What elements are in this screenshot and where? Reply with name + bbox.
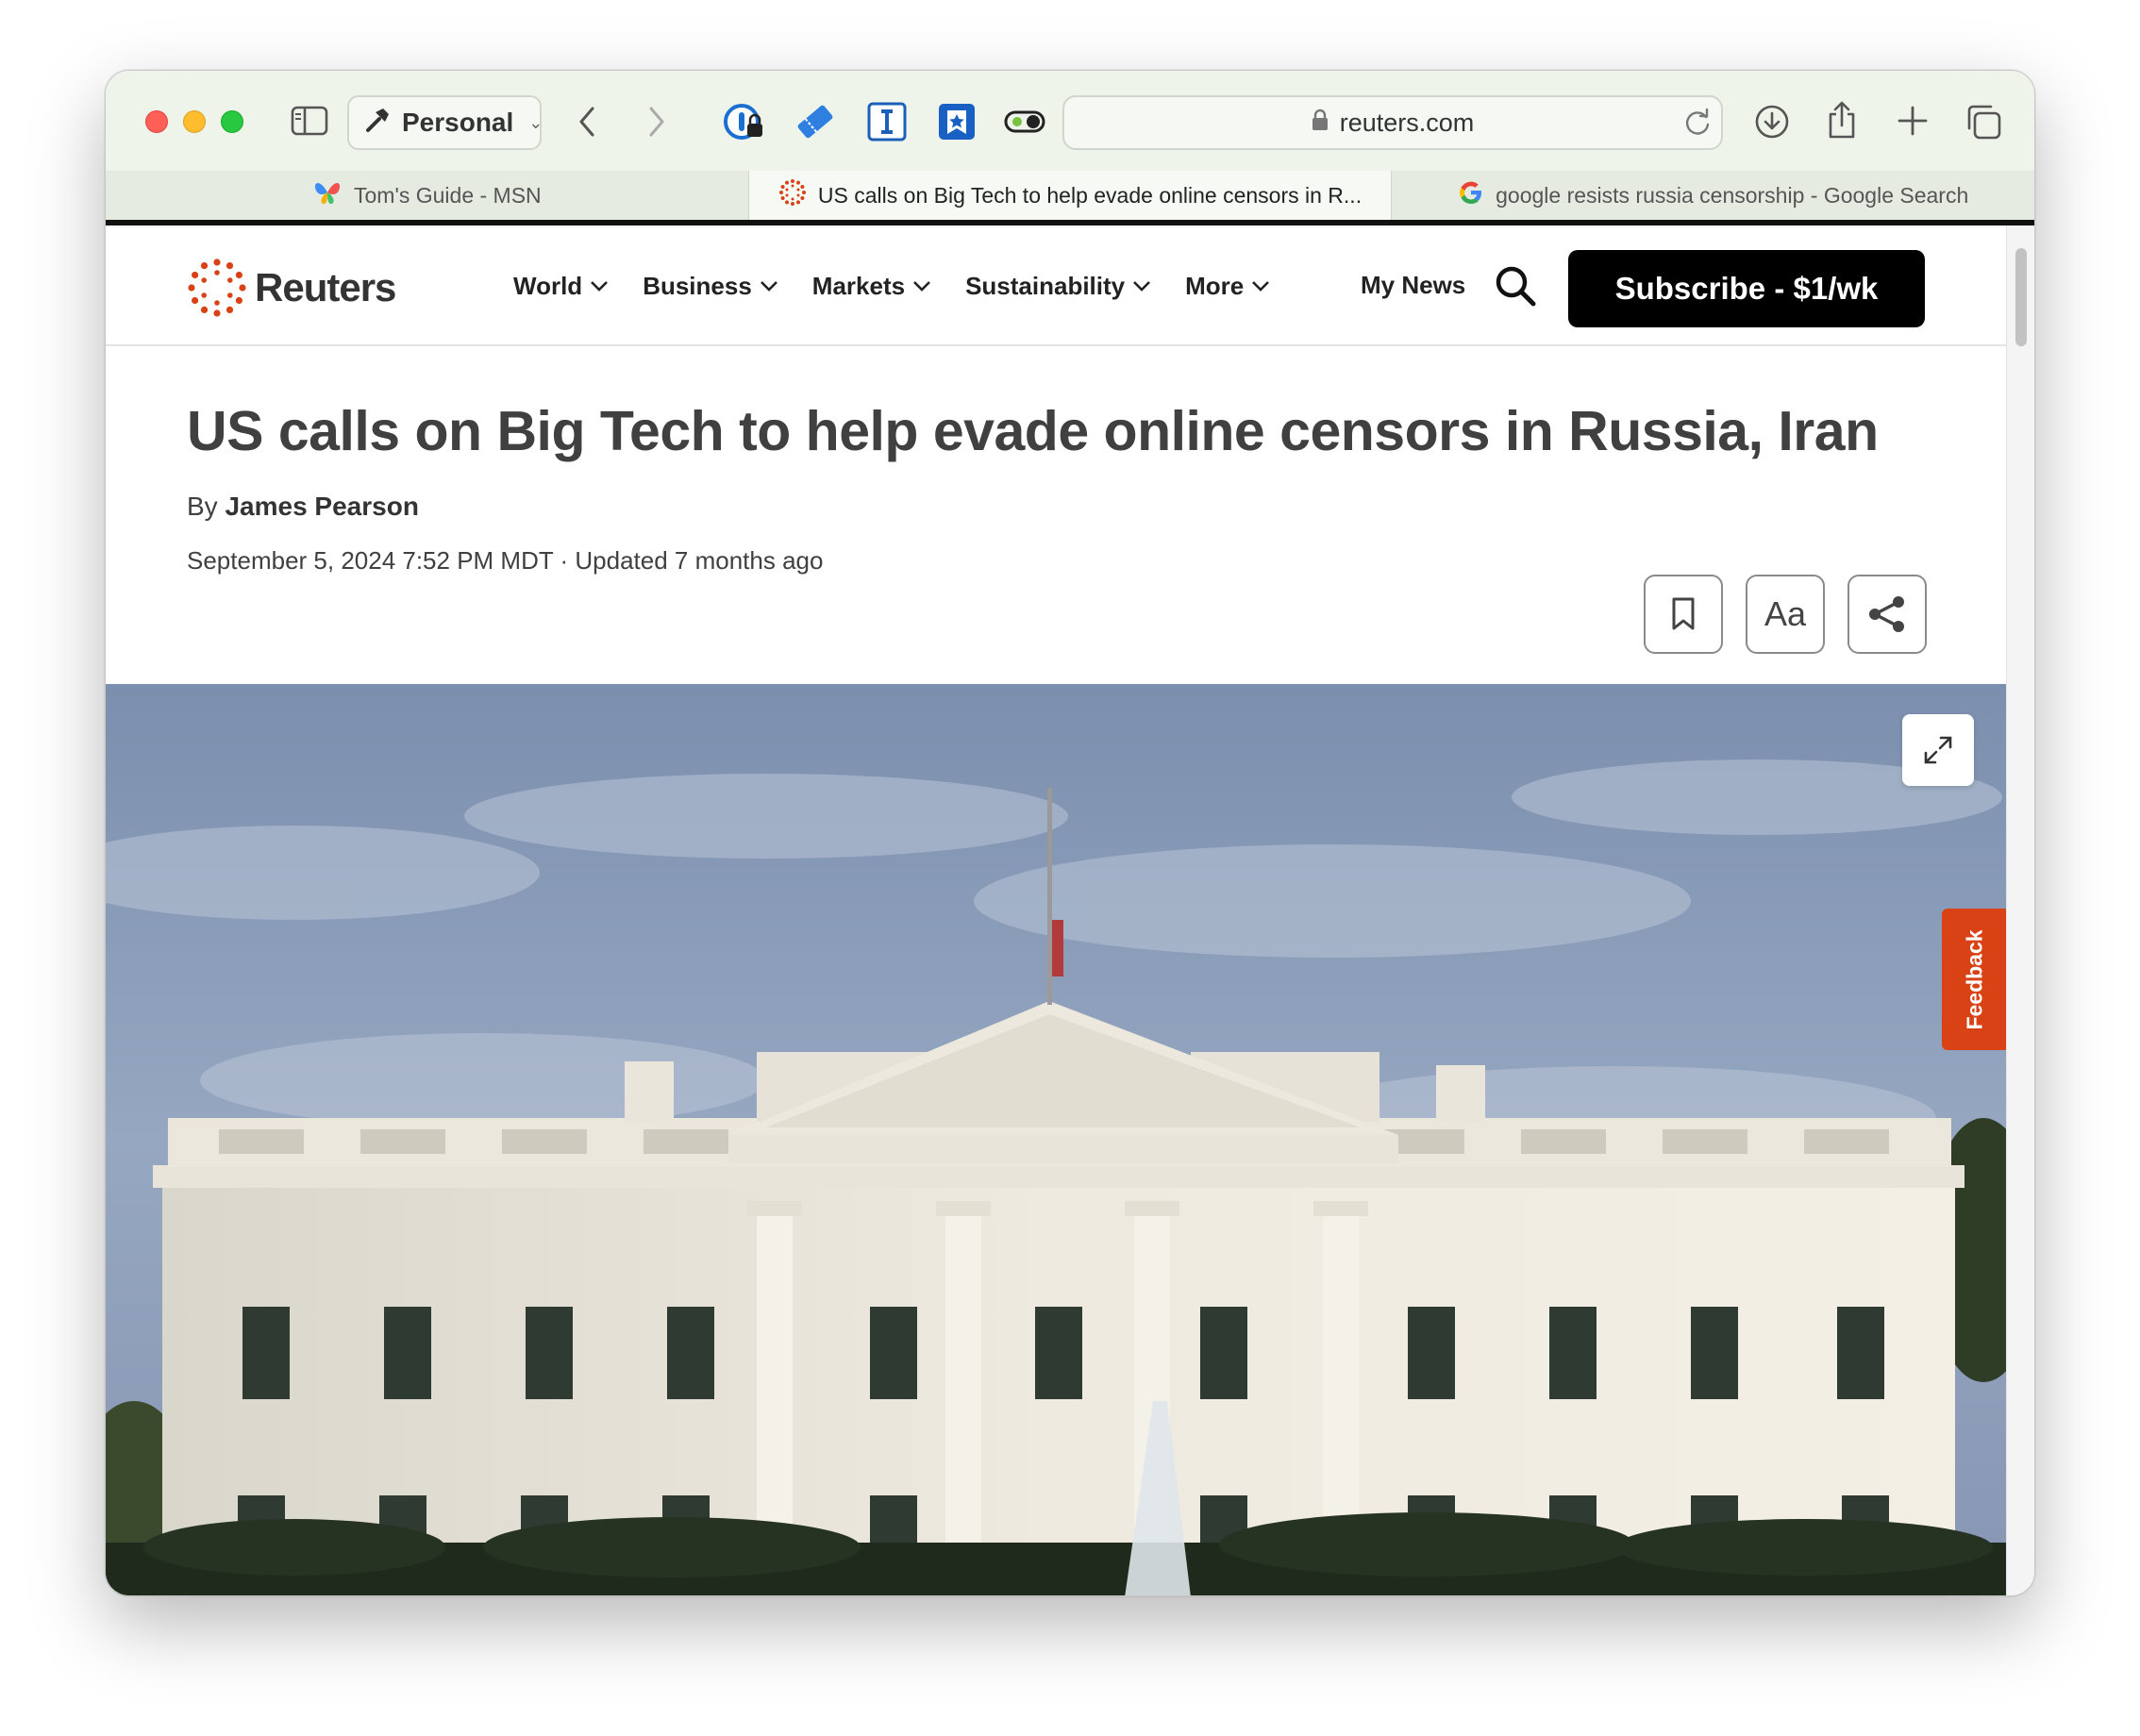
tab-toms-guide[interactable]: Tom's Guide - MSN: [106, 171, 748, 220]
chevron-down-icon: [591, 281, 609, 292]
save-article-button[interactable]: [1644, 575, 1723, 654]
close-window-button[interactable]: [145, 110, 168, 133]
chevron-down-icon: ⌄: [528, 112, 543, 132]
nav-label: Markets: [811, 271, 906, 300]
bookmark-icon: [1672, 597, 1695, 630]
main-nav: World Business Markets Sustainability Mo…: [513, 225, 1270, 346]
nav-sustainability[interactable]: Sustainability: [965, 272, 1151, 301]
site-header: Reuters World Business Markets Sustainab…: [106, 225, 2008, 346]
sidebar-toggle-icon[interactable]: [291, 105, 328, 137]
logo-text: Reuters: [255, 265, 396, 309]
expand-icon: [1924, 736, 1952, 764]
reuters-logo-icon: [778, 178, 807, 212]
new-tab-icon[interactable]: [1897, 105, 1929, 137]
share-nodes-icon: [1869, 596, 1904, 632]
browser-window: Personal ⌄ reuters.com Tom's Guide - MSN…: [105, 70, 2035, 1596]
scrollbar-thumb[interactable]: [2015, 248, 2027, 346]
share-icon[interactable]: [1825, 99, 1859, 141]
chevron-down-icon: [913, 281, 930, 292]
nav-business[interactable]: Business: [643, 272, 778, 301]
reuters-logo-icon: [188, 259, 246, 317]
toggle-extension-icon[interactable]: [1004, 107, 1045, 137]
subscribe-button[interactable]: Subscribe - $1/wk: [1568, 250, 1925, 327]
tab-title: google resists russia censorship - Googl…: [1496, 182, 1969, 208]
tab-title: US calls on Big Tech to help evade onlin…: [817, 182, 1363, 208]
address-bar[interactable]: reuters.com: [1062, 95, 1723, 150]
article-headline: US calls on Big Tech to help evade onlin…: [187, 400, 1879, 462]
password-extension-icon[interactable]: [723, 101, 766, 144]
text-cursor-extension-icon[interactable]: [866, 101, 908, 142]
feedback-tab[interactable]: Feedback: [1942, 909, 2008, 1050]
msn-butterfly-icon: [312, 178, 343, 212]
nav-label: More: [1185, 271, 1245, 300]
text-size-button[interactable]: Aa: [1746, 575, 1825, 654]
bookmark-star-extension-icon[interactable]: [936, 101, 978, 142]
byline-prefix: By: [187, 492, 218, 521]
nav-label: Business: [643, 271, 752, 300]
back-icon[interactable]: [574, 103, 602, 141]
tab-google-search[interactable]: google resists russia censorship - Googl…: [1391, 171, 2034, 220]
my-news-link[interactable]: My News: [1361, 271, 1465, 300]
tab-bar: Tom's Guide - MSN US calls on Big Tech t…: [106, 171, 2034, 225]
nav-label: World: [513, 271, 583, 300]
tab-reuters-article[interactable]: US calls on Big Tech to help evade onlin…: [747, 171, 1392, 220]
ticket-extension-icon[interactable]: [794, 101, 836, 142]
page-scrollbar[interactable]: [2006, 225, 2034, 1595]
lock-icon: [1312, 108, 1329, 138]
browser-toolbar: Personal ⌄ reuters.com: [106, 71, 2034, 171]
profile-selector[interactable]: Personal ⌄: [347, 95, 543, 150]
reload-icon[interactable]: [1683, 108, 1712, 137]
chevron-down-icon: [760, 281, 777, 292]
search-icon[interactable]: [1493, 263, 1538, 313]
chevron-down-icon: [1252, 281, 1270, 292]
hero-image: Feedback: [106, 684, 2008, 1595]
downloads-icon[interactable]: [1753, 103, 1791, 141]
tab-title: Tom's Guide - MSN: [354, 182, 542, 208]
feedback-label: Feedback: [1962, 928, 1987, 1030]
address-text: reuters.com: [1339, 108, 1475, 137]
hammer-icon: [362, 105, 393, 142]
web-page: Reuters World Business Markets Sustainab…: [106, 225, 2008, 1595]
google-g-icon: [1458, 179, 1484, 211]
article-dateline: September 5, 2024 7:52 PM MDT · Updated …: [187, 546, 824, 575]
minimize-window-button[interactable]: [183, 110, 206, 133]
profile-label: Personal: [402, 108, 514, 137]
reuters-logo[interactable]: Reuters: [187, 258, 396, 318]
author-link[interactable]: James Pearson: [225, 492, 418, 521]
chevron-down-icon: [1133, 281, 1151, 292]
expand-image-button[interactable]: [1902, 714, 1974, 786]
zoom-window-button[interactable]: [221, 110, 243, 133]
share-article-button[interactable]: [1847, 575, 1927, 654]
nav-more[interactable]: More: [1185, 272, 1270, 301]
forward-icon[interactable]: [642, 103, 670, 141]
nav-markets[interactable]: Markets: [812, 272, 931, 301]
nav-world[interactable]: World: [513, 272, 609, 301]
byline: By James Pearson: [187, 492, 419, 522]
nav-label: Sustainability: [965, 271, 1126, 300]
tab-overview-icon[interactable]: [1964, 103, 2002, 141]
text-size-label: Aa: [1764, 594, 1807, 633]
white-house-photo: [106, 684, 2008, 1595]
